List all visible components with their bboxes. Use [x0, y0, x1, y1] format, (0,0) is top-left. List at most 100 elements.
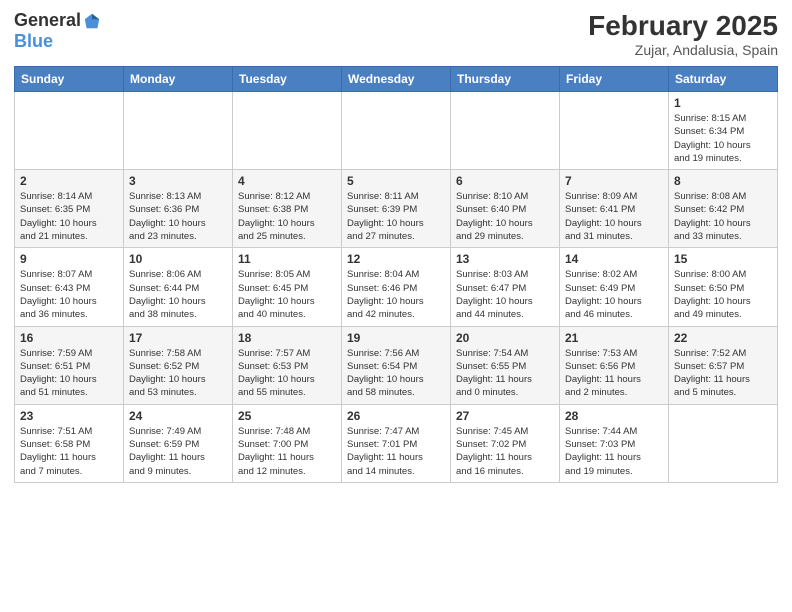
day-info: Sunrise: 8:10 AM Sunset: 6:40 PM Dayligh…: [456, 190, 554, 243]
day-number: 22: [674, 331, 772, 345]
table-row: [342, 92, 451, 170]
day-number: 4: [238, 174, 336, 188]
day-info: Sunrise: 8:05 AM Sunset: 6:45 PM Dayligh…: [238, 268, 336, 321]
table-row: 5Sunrise: 8:11 AM Sunset: 6:39 PM Daylig…: [342, 170, 451, 248]
table-row: [124, 92, 233, 170]
table-row: 22 Sunrise: 7:52 AM Sunset: 6:57 PM Dayli…: [669, 326, 778, 404]
day-number: 25: [238, 409, 336, 423]
table-row: 27 Sunrise: 7:45 AM Sunset: 7:02 PM Dayli…: [451, 404, 560, 482]
page-header: General Blue February 2025 Zujar, Andalu…: [14, 10, 778, 58]
day-number: 1: [674, 96, 772, 110]
day-number: 9: [20, 252, 118, 266]
table-row: 24Sunrise: 7:49 AM Sunset: 6:59 PM Dayli…: [124, 404, 233, 482]
day-number: 17: [129, 331, 227, 345]
title-section: February 2025 Zujar, Andalusia, Spain: [588, 10, 778, 58]
table-row: 20 Sunrise: 7:54 AM Sunset: 6:55 PM Dayli…: [451, 326, 560, 404]
day-number: 28: [565, 409, 663, 423]
day-info: Sunrise: 8:04 AM Sunset: 6:46 PM Dayligh…: [347, 268, 445, 321]
day-info: Sunrise: 8:06 AM Sunset: 6:44 PM Dayligh…: [129, 268, 227, 321]
col-saturday: Saturday: [669, 67, 778, 92]
table-row: 1 Sunrise: 8:15 AM Sunset: 6:34 PM Daylig…: [669, 92, 778, 170]
logo-blue-text: Blue: [14, 31, 53, 52]
table-row: 15 Sunrise: 8:00 AM Sunset: 6:50 PM Dayli…: [669, 248, 778, 326]
col-sunday: Sunday: [15, 67, 124, 92]
calendar-header-row: Sunday Monday Tuesday Wednesday Thursday…: [15, 67, 778, 92]
day-info: Sunrise: 8:12 AM Sunset: 6:38 PM Dayligh…: [238, 190, 336, 243]
day-number: 13: [456, 252, 554, 266]
day-info: Sunrise: 8:07 AM Sunset: 6:43 PM Dayligh…: [20, 268, 118, 321]
day-info: Sunrise: 7:48 AM Sunset: 7:00 PM Dayligh…: [238, 425, 336, 478]
table-row: 11 Sunrise: 8:05 AM Sunset: 6:45 PM Dayli…: [233, 248, 342, 326]
table-row: 17 Sunrise: 7:58 AM Sunset: 6:52 PM Dayli…: [124, 326, 233, 404]
table-row: 8 Sunrise: 8:08 AM Sunset: 6:42 PM Daylig…: [669, 170, 778, 248]
day-number: 15: [674, 252, 772, 266]
page-container: General Blue February 2025 Zujar, Andalu…: [0, 0, 792, 612]
day-number: 2: [20, 174, 118, 188]
day-number: 5: [347, 174, 445, 188]
day-info: Sunrise: 8:00 AM Sunset: 6:50 PM Dayligh…: [674, 268, 772, 321]
calendar-week-row: 2 Sunrise: 8:14 AM Sunset: 6:35 PM Daylig…: [15, 170, 778, 248]
calendar-week-row: 23Sunrise: 7:51 AM Sunset: 6:58 PM Dayli…: [15, 404, 778, 482]
day-info: Sunrise: 8:02 AM Sunset: 6:49 PM Dayligh…: [565, 268, 663, 321]
day-info: Sunrise: 7:47 AM Sunset: 7:01 PM Dayligh…: [347, 425, 445, 478]
table-row: 23Sunrise: 7:51 AM Sunset: 6:58 PM Dayli…: [15, 404, 124, 482]
table-row: 13 Sunrise: 8:03 AM Sunset: 6:47 PM Dayli…: [451, 248, 560, 326]
table-row: 28 Sunrise: 7:44 AM Sunset: 7:03 PM Dayli…: [560, 404, 669, 482]
day-info: Sunrise: 7:57 AM Sunset: 6:53 PM Dayligh…: [238, 347, 336, 400]
day-number: 14: [565, 252, 663, 266]
day-number: 16: [20, 331, 118, 345]
table-row: [669, 404, 778, 482]
day-number: 21: [565, 331, 663, 345]
day-info: Sunrise: 8:13 AM Sunset: 6:36 PM Dayligh…: [129, 190, 227, 243]
table-row: 19 Sunrise: 7:56 AM Sunset: 6:54 PM Dayli…: [342, 326, 451, 404]
day-info: Sunrise: 7:56 AM Sunset: 6:54 PM Dayligh…: [347, 347, 445, 400]
calendar-week-row: 1 Sunrise: 8:15 AM Sunset: 6:34 PM Daylig…: [15, 92, 778, 170]
day-info: Sunrise: 7:45 AM Sunset: 7:02 PM Dayligh…: [456, 425, 554, 478]
day-info: Sunrise: 7:58 AM Sunset: 6:52 PM Dayligh…: [129, 347, 227, 400]
table-row: 7 Sunrise: 8:09 AM Sunset: 6:41 PM Daylig…: [560, 170, 669, 248]
day-number: 8: [674, 174, 772, 188]
day-number: 27: [456, 409, 554, 423]
table-row: 2 Sunrise: 8:14 AM Sunset: 6:35 PM Daylig…: [15, 170, 124, 248]
day-info: Sunrise: 7:52 AM Sunset: 6:57 PM Dayligh…: [674, 347, 772, 400]
day-number: 11: [238, 252, 336, 266]
day-info: Sunrise: 8:08 AM Sunset: 6:42 PM Dayligh…: [674, 190, 772, 243]
logo: General Blue: [14, 10, 101, 52]
location-subtitle: Zujar, Andalusia, Spain: [588, 42, 778, 58]
table-row: [451, 92, 560, 170]
table-row: 4 Sunrise: 8:12 AM Sunset: 6:38 PM Daylig…: [233, 170, 342, 248]
month-year-title: February 2025: [588, 10, 778, 42]
day-number: 20: [456, 331, 554, 345]
day-number: 19: [347, 331, 445, 345]
day-info: Sunrise: 8:15 AM Sunset: 6:34 PM Dayligh…: [674, 112, 772, 165]
day-number: 6: [456, 174, 554, 188]
day-info: Sunrise: 8:14 AM Sunset: 6:35 PM Dayligh…: [20, 190, 118, 243]
table-row: 16 Sunrise: 7:59 AM Sunset: 6:51 PM Dayli…: [15, 326, 124, 404]
logo-general-text: General: [14, 10, 81, 31]
col-wednesday: Wednesday: [342, 67, 451, 92]
day-info: Sunrise: 8:03 AM Sunset: 6:47 PM Dayligh…: [456, 268, 554, 321]
table-row: 10Sunrise: 8:06 AM Sunset: 6:44 PM Dayli…: [124, 248, 233, 326]
day-info: Sunrise: 7:51 AM Sunset: 6:58 PM Dayligh…: [20, 425, 118, 478]
table-row: 26Sunrise: 7:47 AM Sunset: 7:01 PM Dayli…: [342, 404, 451, 482]
calendar-week-row: 9 Sunrise: 8:07 AM Sunset: 6:43 PM Daylig…: [15, 248, 778, 326]
day-number: 3: [129, 174, 227, 188]
day-number: 12: [347, 252, 445, 266]
table-row: [15, 92, 124, 170]
day-info: Sunrise: 8:09 AM Sunset: 6:41 PM Dayligh…: [565, 190, 663, 243]
day-number: 18: [238, 331, 336, 345]
day-info: Sunrise: 7:59 AM Sunset: 6:51 PM Dayligh…: [20, 347, 118, 400]
table-row: [233, 92, 342, 170]
col-friday: Friday: [560, 67, 669, 92]
calendar-table: Sunday Monday Tuesday Wednesday Thursday…: [14, 66, 778, 483]
col-monday: Monday: [124, 67, 233, 92]
table-row: 9 Sunrise: 8:07 AM Sunset: 6:43 PM Daylig…: [15, 248, 124, 326]
day-info: Sunrise: 7:54 AM Sunset: 6:55 PM Dayligh…: [456, 347, 554, 400]
col-tuesday: Tuesday: [233, 67, 342, 92]
table-row: 18 Sunrise: 7:57 AM Sunset: 6:53 PM Dayli…: [233, 326, 342, 404]
day-info: Sunrise: 7:44 AM Sunset: 7:03 PM Dayligh…: [565, 425, 663, 478]
day-number: 24: [129, 409, 227, 423]
calendar-week-row: 16 Sunrise: 7:59 AM Sunset: 6:51 PM Dayli…: [15, 326, 778, 404]
col-thursday: Thursday: [451, 67, 560, 92]
day-number: 7: [565, 174, 663, 188]
